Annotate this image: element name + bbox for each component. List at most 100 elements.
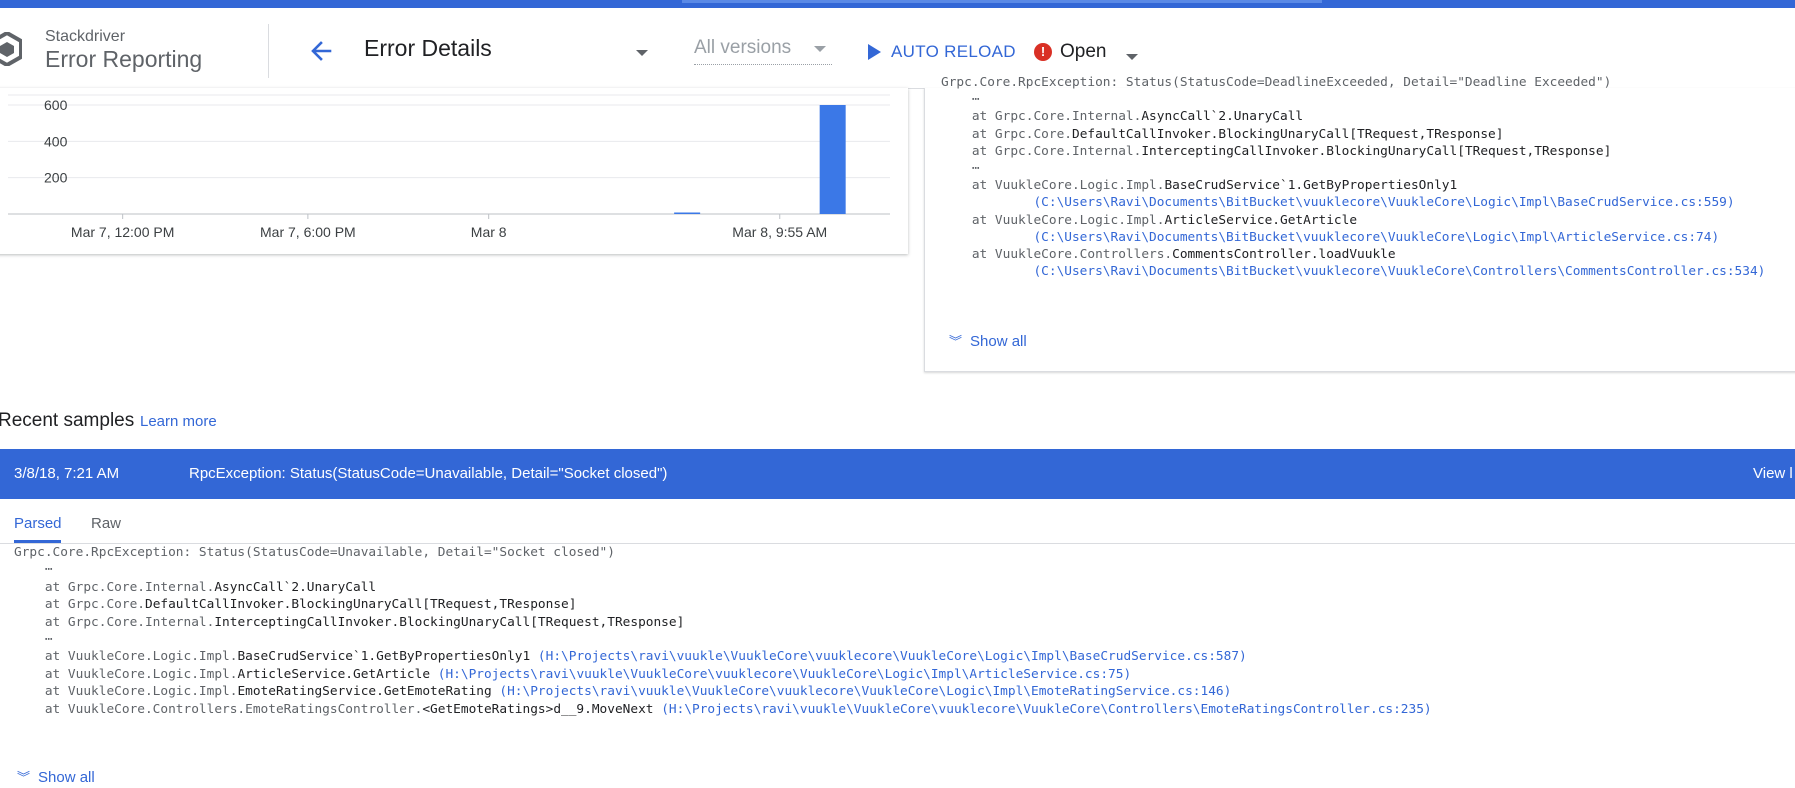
trace-segment: ⋯ xyxy=(941,92,980,108)
title-dropdown-caret-icon[interactable] xyxy=(636,50,648,56)
trace-line: at VuukleCore.Logic.Impl.ArticleService.… xyxy=(941,212,1357,230)
trace-segment: ⋯ xyxy=(14,562,53,578)
source-file-link[interactable]: (H:\Projects\ravi\vuukle\VuukleCore\vuuk… xyxy=(653,702,1431,717)
trace-segment: at Grpc.Core.Internal. xyxy=(941,109,1142,125)
trace-line: ⋯ xyxy=(14,561,53,579)
trace-segment: AsyncCall`2.UnaryCall xyxy=(1141,109,1304,125)
x-tick-label: Mar 7, 12:00 PM xyxy=(71,224,175,240)
page-title: Error Details xyxy=(364,35,492,61)
trace-line: at Grpc.Core.DefaultCallInvoker.Blocking… xyxy=(14,596,577,614)
occurrences-chart-card: 600 400 200 Mar 7, 12:00 PM Mar 7, 6:00 PM Ma… xyxy=(0,88,908,254)
trace-line: at Grpc.Core.Internal.InterceptingCallIn… xyxy=(14,614,684,632)
trace-line: Grpc.Core.RpcException: Status(StatusCod… xyxy=(14,544,615,562)
source-file-link[interactable]: (H:\Projects\ravi\vuukle\VuukleCore\vuuk… xyxy=(430,667,1131,682)
x-tick-label: Mar 7, 6:00 PM xyxy=(260,224,356,240)
trace-line: at VuukleCore.Logic.Impl.BaseCrudService… xyxy=(941,177,1457,195)
versions-caret-icon xyxy=(814,46,826,52)
trace-segment: at Grpc.Core.Internal. xyxy=(941,143,1142,159)
trace-segment: BaseCrudService`1.GetByPropertiesOnly1 xyxy=(237,649,531,665)
recent-samples-heading: Recent samples xyxy=(0,410,135,431)
sample-timestamp: 3/8/18, 7:21 AM xyxy=(14,465,120,482)
trace-segment: ⋯ xyxy=(14,632,53,647)
sample-show-all-link[interactable]: ︾ Show all xyxy=(17,769,95,786)
source-file-link[interactable]: (C:\Users\Ravi\Documents\BitBucket\vuukl… xyxy=(941,264,1765,279)
show-all-label: Show all xyxy=(38,769,95,786)
trace-segment: Grpc.Core.RpcException: Status(StatusCod… xyxy=(941,75,1612,90)
trace-segment: at Grpc.Core.Internal. xyxy=(14,614,215,630)
source-file-link[interactable]: (H:\Projects\ravi\vuukle\VuukleCore\vuuk… xyxy=(492,684,1231,699)
trace-line: at Grpc.Core.Internal.InterceptingCallIn… xyxy=(941,143,1611,161)
view-logs-link[interactable]: View l xyxy=(1753,465,1793,482)
trace-line: at VuukleCore.Logic.Impl.EmoteRatingServ… xyxy=(14,683,1232,701)
trace-line: (C:\Users\Ravi\Documents\BitBucket\vuukl… xyxy=(941,194,1734,212)
trace-segment: ArticleService.GetArticle xyxy=(237,666,431,682)
tab-raw[interactable]: Raw xyxy=(91,515,121,532)
trace-segment: DefaultCallInvoker.BlockingUnaryCall[TRe… xyxy=(1071,126,1504,142)
trace-line: ⋯ xyxy=(941,160,980,178)
versions-select-value: All versions xyxy=(694,37,792,58)
learn-more-link[interactable]: Learn more xyxy=(140,413,217,430)
trace-line: (C:\Users\Ravi\Documents\BitBucket\vuukl… xyxy=(941,263,1765,281)
trace-line: at VuukleCore.Controllers.CommentsContro… xyxy=(941,246,1396,264)
double-chevron-down-icon: ︾ xyxy=(17,770,31,785)
trace-line: ⋯ xyxy=(14,631,53,649)
trace-segment: at Grpc.Core. xyxy=(941,126,1072,142)
sample-tabs: Parsed Raw xyxy=(0,499,1795,544)
trace-segment: Grpc.Core.RpcException: Status(StatusCod… xyxy=(14,545,615,560)
trace-segment: InterceptingCallInvoker.BlockingUnaryCal… xyxy=(1141,143,1612,159)
stack-trace-show-all-link[interactable]: ︾ Show all xyxy=(949,333,1027,350)
status-value: Open xyxy=(1060,41,1107,62)
status-select[interactable]: ! Open xyxy=(1034,38,1106,66)
brand-product-name: Stackdriver xyxy=(45,28,126,45)
trace-line: at Grpc.Core.Internal.AsyncCall`2.UnaryC… xyxy=(14,579,376,597)
trace-segment: at VuukleCore.Controllers.EmoteRatingsCo… xyxy=(14,701,423,717)
double-chevron-down-icon: ︾ xyxy=(949,334,963,349)
trace-segment: BaseCrudService`1.GetByPropertiesOnly1 xyxy=(1164,178,1458,194)
active-tab-indicator xyxy=(14,540,61,543)
sample-message: RpcException: Status(StatusCode=Unavaila… xyxy=(189,465,668,482)
trace-segment: <GetEmoteRatings>d__9.MoveNext xyxy=(422,701,654,717)
occurrences-chart: 600 400 200 Mar 7, 12:00 PM Mar 7, 6:00 PM Ma… xyxy=(8,94,890,240)
play-icon xyxy=(868,44,881,60)
stackdriver-logo-icon xyxy=(0,32,22,66)
trace-segment: ⋯ xyxy=(941,161,980,176)
trace-segment: at VuukleCore.Logic.Impl. xyxy=(14,684,238,700)
auto-reload-label: AUTO RELOAD xyxy=(891,42,1016,61)
top-strip-highlight xyxy=(682,0,1322,3)
x-tick-label: Mar 8, 9:55 AM xyxy=(732,224,827,240)
chart-bar xyxy=(819,105,846,214)
sample-row-selected[interactable]: 3/8/18, 7:21 AM RpcException: Status(Sta… xyxy=(0,449,1795,499)
trace-segment: InterceptingCallInvoker.BlockingUnaryCal… xyxy=(214,614,685,630)
trace-segment: CommentsController.loadVuukle xyxy=(1172,247,1396,262)
y-tick-label: 200 xyxy=(44,170,68,186)
x-tick-label: Mar 8 xyxy=(471,224,507,240)
y-tick-label: 600 xyxy=(44,97,68,113)
trace-line: Grpc.Core.RpcException: Status(StatusCod… xyxy=(941,74,1611,92)
back-arrow-icon[interactable] xyxy=(306,36,336,66)
show-all-label: Show all xyxy=(970,333,1027,350)
trace-segment: at VuukleCore.Logic.Impl. xyxy=(941,178,1165,194)
versions-select[interactable]: All versions xyxy=(694,32,832,65)
trace-line: at Grpc.Core.Internal.AsyncCall`2.UnaryC… xyxy=(941,108,1303,126)
trace-line: (C:\Users\Ravi\Documents\BitBucket\vuukl… xyxy=(941,229,1719,247)
auto-reload-button[interactable]: AUTO RELOAD xyxy=(868,38,1016,66)
trace-segment: ArticleService.GetArticle xyxy=(1164,212,1358,228)
source-file-link[interactable]: (C:\Users\Ravi\Documents\BitBucket\vuukl… xyxy=(941,230,1719,245)
trace-line: at VuukleCore.Logic.Impl.BaseCrudService… xyxy=(14,648,1247,666)
tab-parsed[interactable]: Parsed xyxy=(14,515,62,532)
trace-segment: at VuukleCore.Logic.Impl. xyxy=(941,212,1165,228)
status-caret-icon[interactable] xyxy=(1126,54,1138,60)
trace-segment: at Grpc.Core.Internal. xyxy=(14,579,215,595)
trace-line: at Grpc.Core.DefaultCallInvoker.Blocking… xyxy=(941,126,1504,144)
trace-segment: DefaultCallInvoker.BlockingUnaryCall[TRe… xyxy=(144,597,577,613)
trace-line: at VuukleCore.Logic.Impl.ArticleService.… xyxy=(14,666,1131,684)
source-file-link[interactable]: (C:\Users\Ravi\Documents\BitBucket\vuukl… xyxy=(941,195,1734,210)
y-tick-label: 400 xyxy=(44,133,68,149)
error-status-icon: ! xyxy=(1034,43,1052,61)
trace-segment: EmoteRatingService.GetEmoteRating xyxy=(237,684,492,700)
trace-line: at VuukleCore.Controllers.EmoteRatingsCo… xyxy=(14,701,1432,719)
source-file-link[interactable]: (H:\Projects\ravi\vuukle\VuukleCore\vuuk… xyxy=(530,649,1247,664)
brand-service-name: Error Reporting xyxy=(45,46,203,72)
trace-segment: at VuukleCore.Logic.Impl. xyxy=(14,649,238,665)
header-divider xyxy=(268,24,269,78)
